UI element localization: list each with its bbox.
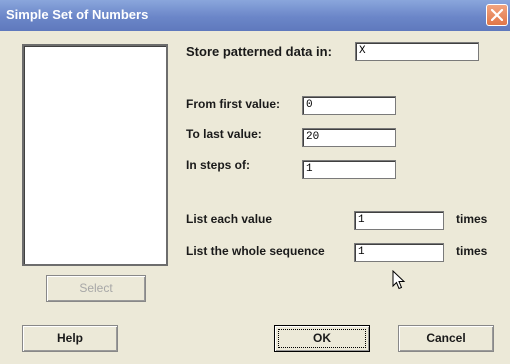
store-label: Store patterned data in:: [186, 44, 332, 59]
dialog-window: Simple Set of Numbers Store patterned da…: [0, 0, 510, 364]
list-whole-field[interactable]: 1: [354, 243, 444, 262]
to-label: To last value:: [186, 127, 262, 141]
list-each-label: List each value: [186, 212, 273, 226]
from-field[interactable]: 0: [302, 96, 396, 115]
steps-label: In steps of:: [186, 158, 251, 172]
variable-listbox[interactable]: [22, 44, 168, 266]
list-whole-times-label: times: [456, 244, 488, 258]
window-title: Simple Set of Numbers: [6, 7, 149, 22]
list-each-field[interactable]: 1: [354, 211, 444, 230]
help-button[interactable]: Help: [22, 325, 118, 352]
ok-button[interactable]: OK: [274, 325, 370, 352]
close-button[interactable]: [486, 4, 508, 26]
list-each-times-label: times: [456, 212, 488, 226]
steps-field[interactable]: 1: [302, 160, 396, 179]
select-button[interactable]: Select: [46, 275, 146, 302]
close-icon: [491, 9, 503, 21]
store-field[interactable]: X: [355, 42, 479, 61]
mouse-pointer-icon: [392, 270, 406, 290]
from-label: From first value:: [186, 97, 281, 111]
cancel-button[interactable]: Cancel: [398, 325, 494, 352]
to-field[interactable]: 20: [302, 128, 396, 147]
title-bar: Simple Set of Numbers: [0, 0, 510, 31]
ok-button-label: OK: [313, 331, 331, 345]
list-whole-label: List the whole sequence: [186, 244, 325, 258]
